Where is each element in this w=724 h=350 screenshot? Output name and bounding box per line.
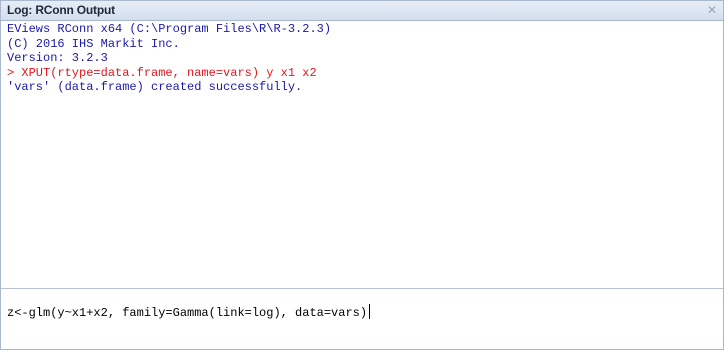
output-line: Version: 3.2.3 — [7, 51, 108, 65]
title-bar[interactable]: Log: RConn Output ✕ — [1, 1, 723, 21]
command-echo-line: > XPUT(rtype=data.frame, name=vars) y x1… — [7, 65, 317, 80]
rconn-output-window: Log: RConn Output ✕ EViews RConn x64 (C:… — [0, 0, 724, 350]
text-caret — [369, 304, 371, 319]
output-line: EViews RConn x64 (C:\Program Files\R\R-3… — [7, 22, 332, 36]
output-line: 'vars' (data.frame) created successfully… — [7, 80, 303, 94]
command-input-text: z<-glm(y~x1+x2, family=Gamma(link=log), … — [7, 306, 368, 320]
window-title: Log: RConn Output — [7, 3, 115, 17]
output-log[interactable]: EViews RConn x64 (C:\Program Files\R\R-3… — [7, 22, 707, 284]
command-entry-area[interactable]: z<-glm(y~x1+x2, family=Gamma(link=log), … — [1, 289, 723, 349]
close-icon[interactable]: ✕ — [705, 2, 719, 18]
output-line: (C) 2016 IHS Markit Inc. — [7, 36, 180, 51]
command-input[interactable]: z<-glm(y~x1+x2, family=Gamma(link=log), … — [7, 304, 371, 321]
